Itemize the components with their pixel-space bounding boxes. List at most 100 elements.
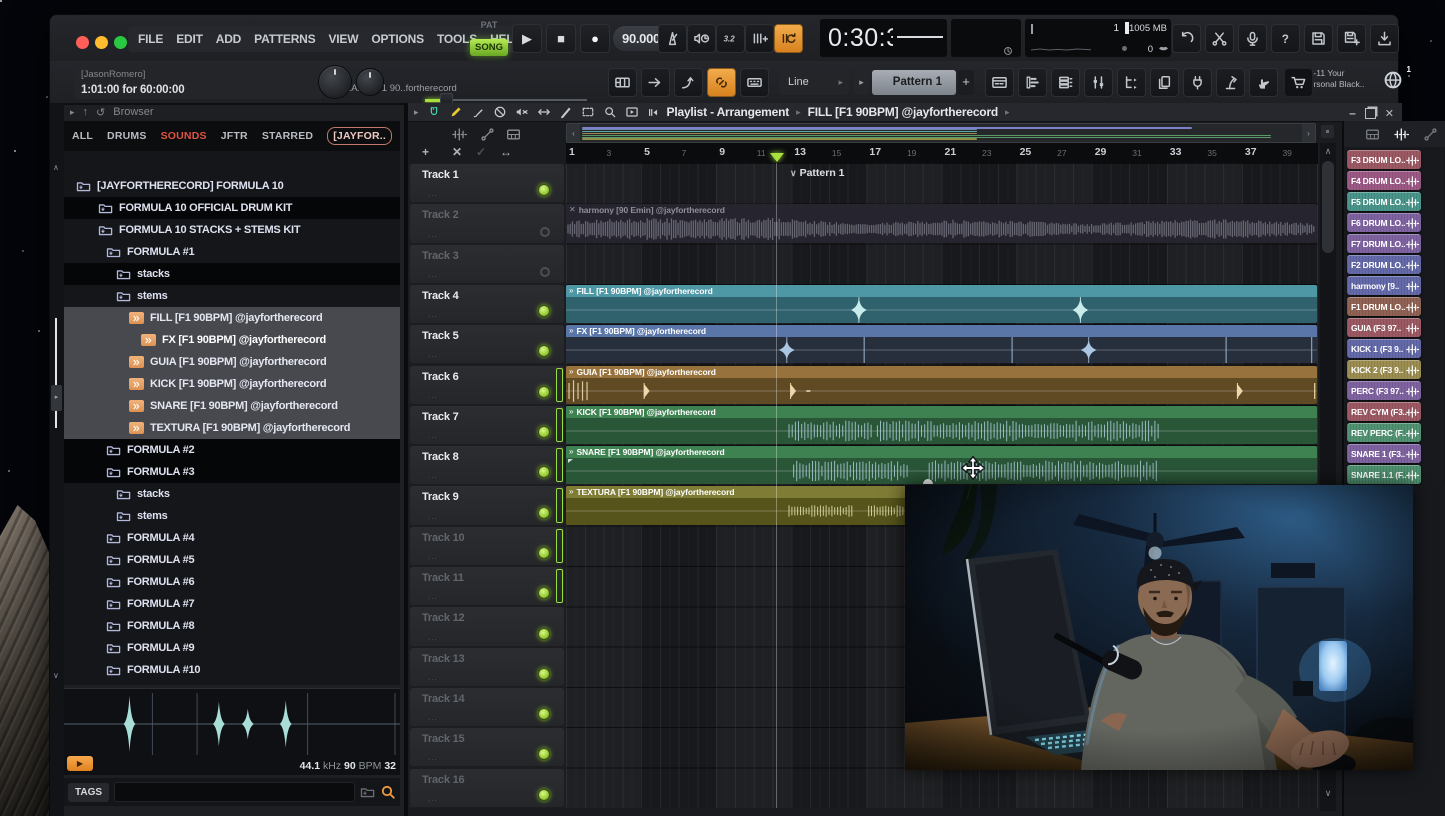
preview-play-button[interactable]: ▶ [67, 756, 93, 771]
mute-tool-button[interactable] [515, 105, 529, 119]
browsertree-button[interactable] [1117, 68, 1146, 97]
track-header[interactable]: Track 14... [410, 688, 564, 726]
snap-selector[interactable]: Line▸ [779, 70, 849, 95]
picker-chip[interactable]: harmony [9.. [1347, 276, 1421, 295]
arrangement-minimap[interactable]: ‹ › [566, 123, 1316, 143]
tree-item[interactable]: FORMULA #5 [64, 549, 400, 571]
picker-tab-linktab[interactable] [1423, 127, 1438, 142]
track-options[interactable]: ... [428, 592, 438, 601]
track-led[interactable] [538, 507, 550, 519]
tree-item[interactable]: FORMULA 10 OFFICIAL DRUM KIT [64, 197, 400, 219]
magnet-tool-button[interactable] [427, 105, 441, 119]
track-options[interactable]: ... [428, 350, 438, 359]
minimize-window-button[interactable] [95, 36, 108, 49]
track-options[interactable]: ... [428, 633, 438, 642]
track-led[interactable] [538, 426, 550, 438]
import-button[interactable] [1370, 24, 1399, 53]
clip-harmony[interactable]: ✕harmony [90 Emin] @jayfortherecord [566, 204, 1317, 242]
transport-play-button[interactable]: ▶ [512, 24, 542, 53]
browser-back-icon[interactable]: ▸ [70, 107, 75, 118]
tree-item[interactable]: stacks [64, 263, 400, 285]
pattern-prev-button[interactable]: ▸ [854, 70, 869, 95]
cpu-memory-panel[interactable]: 1 1005 MB 0 [1025, 19, 1171, 57]
tree-item[interactable]: TEXTURA [F1 90BPM] @jayfortherecord [64, 417, 400, 439]
scroll-up-icon[interactable]: ∧ [1320, 143, 1336, 159]
track-led[interactable] [540, 227, 550, 237]
track-led[interactable] [538, 789, 550, 801]
browser-undo-icon[interactable]: ↺ [96, 106, 105, 119]
slide-button[interactable] [674, 68, 703, 97]
track-header[interactable]: Track 2... [410, 204, 564, 242]
menu-file[interactable]: FILE [138, 32, 163, 46]
shop-banner[interactable]: 13-11 Your personal Black.. [1304, 68, 1368, 98]
cart-button[interactable] [1284, 68, 1313, 97]
tree-scroll-down-icon[interactable]: ∨ [53, 671, 59, 680]
menu-add[interactable]: ADD [216, 32, 241, 46]
track-options[interactable]: ... [428, 753, 438, 762]
pattern-selector[interactable]: Pattern 1 [872, 70, 956, 95]
close-window-button[interactable] [76, 36, 89, 49]
tree-item[interactable]: KICK [F1 90BPM] @jayfortherecord [64, 373, 400, 395]
save-button[interactable] [1304, 24, 1333, 53]
add-pattern-button[interactable]: + [958, 70, 974, 95]
wavetab-view-button[interactable] [452, 127, 467, 142]
pat-label[interactable]: PAT [470, 20, 508, 30]
minimap-left-icon[interactable]: ‹ [567, 124, 580, 142]
track-options[interactable]: ... [428, 431, 438, 440]
minimize-icon[interactable]: – [1349, 106, 1356, 120]
arrowsh-tool-button[interactable] [537, 105, 551, 119]
scrollbar-thumb[interactable] [1322, 161, 1334, 253]
noentry-tool-button[interactable] [493, 105, 507, 119]
track-led[interactable] [538, 305, 550, 317]
track-header[interactable]: Track 12... [410, 607, 564, 645]
track-led[interactable] [538, 628, 550, 640]
picker-chip[interactable]: KICK 1 (F3 9.. [1347, 339, 1421, 358]
timeline-ruler[interactable]: 1357911131517192123252729313335373941 [566, 143, 1318, 164]
transport-stop-button[interactable]: ■ [546, 24, 576, 53]
track-led[interactable] [540, 267, 550, 277]
track-header[interactable]: Track 8... [410, 446, 564, 484]
tree-item[interactable]: FORMULA #6 [64, 571, 400, 593]
track-options[interactable]: ... [428, 552, 438, 561]
link-button[interactable] [707, 68, 736, 97]
picker-chip[interactable]: F4 DRUM LO.. [1347, 171, 1421, 190]
picker-chip[interactable]: F2 DRUM LO.. [1347, 255, 1421, 274]
track-led[interactable] [538, 587, 550, 599]
track-options[interactable]: ... [428, 673, 438, 682]
playback-tool-button[interactable] [625, 105, 639, 119]
playlistw-button[interactable] [985, 68, 1014, 97]
cut-button[interactable] [1205, 24, 1234, 53]
tree-item[interactable]: [JAYFORTHERECORD] FORMULA 10 [64, 175, 400, 197]
tree-item[interactable]: F1 DRUM LOOP (90bpm) @jayfortherecord [64, 681, 400, 685]
track-header[interactable]: Track 7... [410, 406, 564, 444]
clip-fx[interactable]: »FX [F1 90BPM] @jayfortherecord [566, 325, 1317, 363]
main-pitch-knob[interactable] [356, 68, 384, 96]
track-led[interactable] [538, 386, 550, 398]
playlist-context[interactable]: FILL [F1 90BPM] @jayfortherecord [808, 105, 998, 119]
knife-tool-button[interactable] [559, 105, 573, 119]
clip-snare[interactable]: »SNARE [F1 90BPM] @jayfortherecord [566, 446, 1317, 484]
track-led[interactable] [538, 466, 550, 478]
hand-button[interactable] [1249, 68, 1278, 97]
track-header[interactable]: Track 6... [410, 366, 564, 404]
picker-chip[interactable]: F1 DRUM LO.. [1347, 297, 1421, 316]
help-button[interactable]: ? [1271, 24, 1300, 53]
tags-search-input[interactable] [114, 782, 355, 802]
picker-chip[interactable]: F3 DRUM LO.. [1347, 150, 1421, 169]
marquee-tool-button[interactable] [581, 105, 595, 119]
pat-song-toggle[interactable]: PAT SONG [470, 20, 508, 57]
oscilloscope-panel[interactable] [893, 19, 947, 57]
folder-icon[interactable] [360, 785, 375, 800]
minimap-options-button[interactable] [1321, 125, 1334, 138]
picker-chip[interactable]: SNARE 1.1 (F.. [1347, 465, 1421, 484]
track-header[interactable]: Track 4... [410, 285, 564, 323]
menu-view[interactable]: VIEW [328, 32, 358, 46]
track-header[interactable]: Track 15... [410, 728, 564, 766]
scroll-down-icon[interactable]: ∨ [1320, 785, 1336, 801]
delete-track-button[interactable]: ✕ [452, 145, 462, 159]
session-info-panel[interactable]: [JasonRomero] 1:01:00 for 60:00:00 [74, 66, 322, 99]
browser-scroll-gutter[interactable]: ∧ ▸ ∨ [50, 103, 64, 816]
add-track-button[interactable]: + [422, 145, 429, 159]
track-header[interactable]: Track 11... [410, 567, 564, 605]
browser-tab-all[interactable]: ALL [72, 130, 93, 142]
